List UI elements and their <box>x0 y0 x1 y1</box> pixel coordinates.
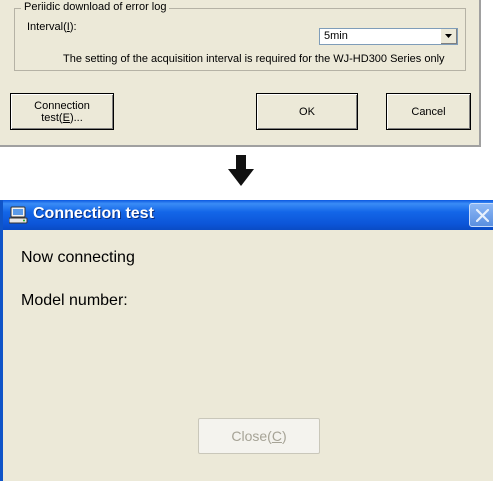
error-log-group: Periidic download of error log Interval(… <box>14 1 466 71</box>
chevron-down-icon <box>445 34 452 38</box>
cancel-button[interactable]: Cancel <box>386 93 471 130</box>
connection-test-dialog: Connection test Now connecting Model num… <box>0 200 493 481</box>
interval-note: The setting of the acquisition interval … <box>63 53 445 65</box>
model-number-label: Model number: <box>21 292 128 309</box>
close-window-button[interactable] <box>469 203 493 227</box>
connecting-status: Now connecting <box>21 249 135 266</box>
connection-test-label-line1: Connection <box>34 99 90 112</box>
interval-label: Interval(I): <box>27 21 77 33</box>
dialog-titlebar[interactable]: Connection test <box>3 200 493 230</box>
close-button-key: C <box>271 428 282 444</box>
connection-test-label-pre: test( <box>41 111 63 124</box>
arrow-down-icon <box>228 155 254 186</box>
interval-label-end: ): <box>69 21 77 33</box>
dialog-title: Connection test <box>33 205 154 222</box>
ok-button[interactable]: OK <box>256 93 358 130</box>
interval-dropdown-button[interactable] <box>440 29 457 44</box>
group-legend: Periidic download of error log <box>21 1 170 13</box>
computer-icon <box>9 206 28 224</box>
interval-label-text: Interval( <box>27 21 67 33</box>
close-button[interactable]: Close(C) <box>198 418 320 454</box>
close-icon <box>476 209 489 222</box>
settings-panel: Periidic download of error log Interval(… <box>0 0 481 147</box>
interval-select[interactable]: 5min <box>319 28 458 45</box>
interval-value: 5min <box>324 30 348 42</box>
connection-test-button[interactable]: Connection test(E)... <box>10 93 114 130</box>
close-button-post: ) <box>281 428 287 444</box>
connection-test-label-post: )... <box>69 111 83 124</box>
connection-test-label-key: E <box>62 111 70 124</box>
close-button-pre: Close( <box>231 428 272 444</box>
connection-test-label-line2: test(E)... <box>41 112 83 124</box>
